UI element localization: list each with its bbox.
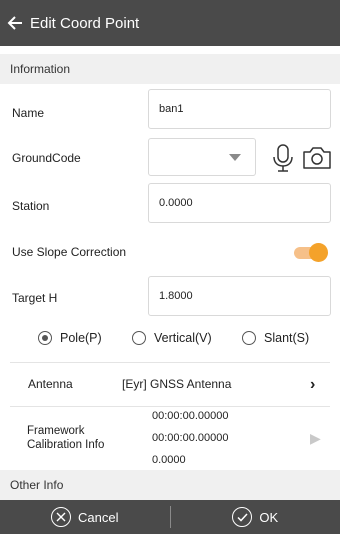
- target-h-label: Target H: [12, 291, 58, 305]
- radio-pole-label: Pole(P): [60, 331, 102, 345]
- back-button[interactable]: [2, 0, 28, 46]
- name-input[interactable]: ban1: [148, 89, 331, 129]
- arrow-left-icon: [7, 16, 22, 30]
- check-icon: [232, 507, 253, 527]
- target-h-input[interactable]: 1.8000: [148, 276, 331, 316]
- radio-unselected-icon: [242, 331, 256, 345]
- cancel-button[interactable]: Cancel: [0, 500, 170, 534]
- framework-value-2: 00:00:00.00000: [152, 432, 229, 444]
- divider: [10, 362, 330, 363]
- toggle-knob: [309, 243, 328, 262]
- station-label: Station: [12, 199, 50, 213]
- antenna-value: [Eyr] GNSS Antenna: [122, 377, 232, 391]
- section-information: Information: [0, 54, 340, 84]
- slope-correction-label: Use Slope Correction: [12, 245, 127, 259]
- cancel-label: Cancel: [78, 509, 119, 525]
- caret-down-icon: [229, 154, 241, 161]
- name-label: Name: [12, 106, 45, 120]
- slope-correction-toggle[interactable]: [294, 242, 328, 262]
- groundcode-select[interactable]: [148, 138, 256, 176]
- framework-label: Framework Calibration Info: [27, 425, 105, 451]
- radio-slant-label: Slant(S): [264, 331, 310, 345]
- bottom-bar: Cancel OK: [0, 500, 340, 534]
- chevron-right-icon: ›: [310, 376, 316, 393]
- framework-value-1: 00:00:00.00000: [152, 410, 229, 422]
- ok-label: OK: [259, 509, 279, 525]
- section-other-info: Other Info: [0, 470, 340, 500]
- radio-vertical[interactable]: Vertical(V): [132, 331, 212, 345]
- ok-button[interactable]: OK: [171, 500, 340, 534]
- station-input[interactable]: 0.0000: [148, 183, 331, 223]
- antenna-label: Antenna: [28, 377, 73, 391]
- radio-slant[interactable]: Slant(S): [242, 331, 309, 345]
- divider: [10, 406, 330, 407]
- cancel-x-icon: [51, 507, 72, 527]
- radio-unselected-icon: [132, 331, 146, 345]
- framework-value-3: 0.0000: [152, 454, 186, 466]
- page-title: Edit Coord Point: [30, 14, 140, 32]
- title-bar: Edit Coord Point: [0, 0, 340, 46]
- camera-icon[interactable]: [302, 145, 332, 171]
- radio-selected-icon: [38, 331, 52, 345]
- chevron-right-disabled-icon: ▶: [310, 430, 321, 446]
- groundcode-label: GroundCode: [12, 151, 81, 165]
- microphone-icon[interactable]: [270, 143, 296, 173]
- radio-pole[interactable]: Pole(P): [38, 331, 102, 345]
- radio-vertical-label: Vertical(V): [154, 331, 212, 345]
